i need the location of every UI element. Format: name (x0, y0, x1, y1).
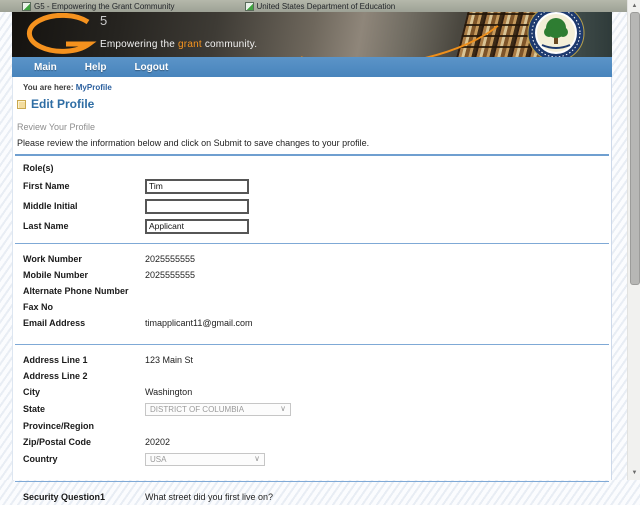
row-middle-initial: Middle Initial (15, 196, 609, 216)
row-fax: Fax No (15, 299, 609, 315)
country-select[interactable]: USA ∨ (145, 452, 265, 466)
g5-logo-number: 5 (100, 13, 108, 28)
address2-label: Address Line 2 (23, 371, 88, 381)
banner-tagline: Empowering the grant community. (100, 39, 258, 50)
row-mobile-number: Mobile Number 2025555555 (15, 267, 609, 283)
section-heading: Review Your Profile (17, 122, 96, 132)
country-label: Country (23, 454, 58, 464)
address1-value: 123 Main St (145, 355, 194, 365)
content-area: You are here: MyProfile Edit Profile Rev… (12, 77, 612, 502)
nav-main[interactable]: Main (34, 62, 57, 73)
mobile-number-value: 2025555555 (145, 270, 196, 280)
nav-help[interactable]: Help (85, 62, 107, 73)
g5-logo-icon (26, 13, 97, 54)
last-name-label: Last Name (23, 221, 69, 231)
alternate-phone-label: Alternate Phone Number (23, 286, 129, 296)
fax-label: Fax No (23, 302, 54, 312)
row-security-question1: Security Question1 What street did you f… (15, 489, 609, 505)
row-address1: Address Line 1 123 Main St (15, 352, 609, 368)
tab-title-g5: G5 - Empowering the Grant Community (34, 1, 175, 11)
row-country: Country USA ∨ (15, 450, 609, 468)
main-navbar: Main Help Logout (12, 57, 612, 77)
chevron-down-icon: ∨ (254, 454, 260, 463)
zip-label: Zip/Postal Code (23, 437, 92, 447)
row-first-name: First Name (15, 176, 609, 196)
section-divider (15, 243, 609, 244)
scroll-up-arrow-icon[interactable]: ▲ (630, 3, 639, 9)
row-roles: Role(s) (15, 160, 609, 176)
page-title-row: Edit Profile (17, 97, 611, 111)
row-email: Email Address timapplicant11@gmail.com (15, 315, 609, 331)
scroll-down-arrow-icon[interactable]: ▼ (630, 470, 639, 476)
row-province: Province/Region (15, 418, 609, 434)
row-zip: Zip/Postal Code 20202 (15, 434, 609, 450)
ed-favicon-icon (244, 1, 254, 11)
breadcrumb-myprofile-link[interactable]: MyProfile (76, 83, 112, 92)
state-select[interactable]: DISTRICT OF COLUMBIA ∨ (145, 402, 291, 416)
email-value: timapplicant11@gmail.com (145, 318, 253, 328)
address1-label: Address Line 1 (23, 355, 88, 365)
province-label: Province/Region (23, 421, 95, 431)
page-title: Edit Profile (31, 97, 95, 111)
roles-label: Role(s) (23, 163, 54, 173)
breadcrumb-prefix: You are here: (23, 83, 76, 92)
section-divider (15, 481, 609, 482)
dept-of-education-seal-icon (527, 12, 585, 57)
email-label: Email Address (23, 318, 86, 328)
instructions-text: Please review the information below and … (17, 138, 370, 148)
row-work-number: Work Number 2025555555 (15, 251, 609, 267)
page-column: 5 Empowering the grant community. Main H… (12, 0, 612, 502)
city-value: Washington (145, 387, 193, 397)
security-question1-label: Security Question1 (23, 492, 106, 502)
row-last-name: Last Name (15, 216, 609, 236)
city-label: City (23, 387, 41, 397)
row-city: City Washington (15, 384, 609, 400)
state-label: State (23, 404, 46, 414)
last-name-input[interactable] (145, 218, 249, 234)
row-state: State DISTRICT OF COLUMBIA ∨ (15, 400, 609, 418)
tagline-grant-highlight: grant (178, 39, 202, 50)
g5-banner: 5 Empowering the grant community. (12, 12, 612, 58)
mobile-number-label: Mobile Number (23, 270, 89, 280)
zip-value: 20202 (145, 437, 171, 447)
vertical-scrollbar[interactable]: ▲ ▼ (627, 0, 640, 480)
country-select-value: USA (150, 454, 167, 464)
breadcrumb: You are here: MyProfile (13, 77, 611, 92)
middle-initial-label: Middle Initial (23, 201, 78, 211)
window-title-strip: G5 - Empowering the Grant Community Unit… (0, 0, 627, 12)
work-number-value: 2025555555 (145, 254, 196, 264)
chevron-down-icon: ∨ (280, 404, 286, 413)
first-name-label: First Name (23, 181, 70, 191)
section-divider (15, 344, 609, 345)
bullet-square-icon (17, 99, 26, 109)
state-select-value: DISTRICT OF COLUMBIA (150, 404, 245, 414)
work-number-label: Work Number (23, 254, 82, 264)
security-question1-value: What street did you first live on? (145, 492, 274, 502)
profile-form: Role(s) First Name Middle Initial Last N… (15, 154, 609, 505)
row-address2: Address Line 2 (15, 368, 609, 384)
row-alternate-phone: Alternate Phone Number (15, 283, 609, 299)
g5-favicon-icon (22, 1, 31, 11)
tab-title-ed: United States Department of Education (256, 1, 396, 11)
middle-initial-input[interactable] (145, 198, 249, 214)
scrollbar-thumb[interactable] (630, 12, 640, 285)
first-name-input[interactable] (145, 178, 249, 194)
nav-logout[interactable]: Logout (134, 62, 168, 73)
